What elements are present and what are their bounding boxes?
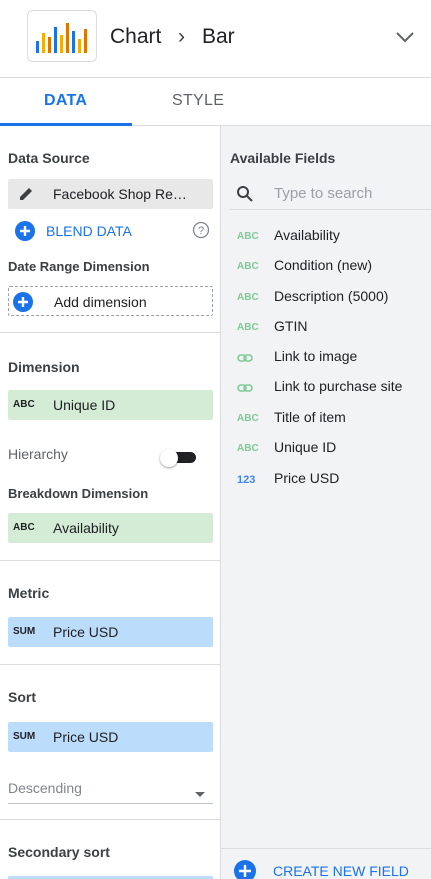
breakdown-dimension-title: Breakdown Dimension xyxy=(8,486,149,501)
dropdown-arrow-icon xyxy=(194,785,206,803)
dimension-chip[interactable]: ABC Unique ID xyxy=(8,390,213,420)
chart-editor-panel: Chart › Bar DATA STYLE Data Source Faceb… xyxy=(0,0,431,879)
text-type-icon: ABC xyxy=(13,522,35,533)
chart-type-label: Bar xyxy=(202,25,235,48)
data-source-chip[interactable]: Facebook Shop Re… xyxy=(8,179,213,209)
add-circle-icon xyxy=(14,220,36,247)
text-type-icon: ABC xyxy=(237,443,259,454)
toggle-knob xyxy=(160,449,178,467)
dimension-title: Dimension xyxy=(8,359,80,375)
sort-order-select[interactable]: Descending xyxy=(8,772,213,804)
text-type-icon: ABC xyxy=(13,399,35,410)
breakdown-dimension-value: Availability xyxy=(53,520,119,536)
blend-data-label: BLEND DATA xyxy=(46,223,132,239)
field-item[interactable]: ABC GTIN xyxy=(221,317,431,339)
dimension-value: Unique ID xyxy=(53,397,116,413)
field-label: GTIN xyxy=(274,318,308,334)
add-circle-icon xyxy=(233,859,257,879)
breadcrumb-separator: › xyxy=(178,25,185,48)
text-type-icon: ABC xyxy=(237,261,259,272)
data-source-title: Data Source xyxy=(8,150,90,166)
field-label: Price USD xyxy=(274,470,340,486)
tab-bar: DATA STYLE xyxy=(0,78,431,126)
field-label: Link to purchase site xyxy=(274,378,403,394)
field-label: Description (5000) xyxy=(274,288,389,304)
blend-data-button[interactable]: BLEND DATA ? xyxy=(14,220,214,242)
text-type-icon: ABC xyxy=(237,322,259,333)
bar-chart-logo-icon xyxy=(27,10,97,62)
field-item[interactable]: 123 Price USD xyxy=(221,469,431,491)
metric-title: Metric xyxy=(8,585,50,601)
metric-chip[interactable]: SUM Price USD xyxy=(8,617,213,647)
field-item[interactable]: ABC Description (5000) xyxy=(221,287,431,309)
date-range-title: Date Range Dimension xyxy=(8,259,150,274)
field-item[interactable]: Link to purchase site xyxy=(221,377,431,399)
add-dimension-label: Add dimension xyxy=(54,294,147,310)
section-divider xyxy=(0,560,220,561)
field-label: Title of item xyxy=(274,409,346,425)
section-divider xyxy=(0,664,220,665)
field-search[interactable]: Type to search xyxy=(230,180,431,210)
chevron-down-icon[interactable] xyxy=(394,26,416,53)
panel-header: Chart › Bar xyxy=(0,0,431,78)
add-circle-icon xyxy=(12,291,34,316)
sort-order-value: Descending xyxy=(8,780,82,796)
sort-chip[interactable]: SUM Price USD xyxy=(8,722,213,752)
svg-text:?: ? xyxy=(198,225,204,237)
text-type-icon: ABC xyxy=(237,413,259,424)
field-item[interactable]: ABC Title of item xyxy=(221,408,431,430)
field-item[interactable]: Link to image xyxy=(221,347,431,369)
tab-data[interactable]: DATA xyxy=(44,92,87,110)
text-type-icon: ABC xyxy=(237,292,259,303)
create-new-field-button[interactable]: CREATE NEW FIELD xyxy=(221,848,431,879)
aggregation-sum-icon: SUM xyxy=(13,731,36,742)
sort-value: Price USD xyxy=(53,729,119,745)
available-fields-panel: Available Fields Type to search ABC Avai… xyxy=(220,126,431,879)
create-new-field-label: CREATE NEW FIELD xyxy=(273,863,409,879)
search-placeholder: Type to search xyxy=(274,185,373,202)
metric-value: Price USD xyxy=(53,624,119,640)
pencil-icon[interactable] xyxy=(18,186,34,205)
data-source-name: Facebook Shop Re… xyxy=(53,186,187,202)
hierarchy-label: Hierarchy xyxy=(8,446,68,462)
tab-style[interactable]: STYLE xyxy=(172,92,224,110)
section-divider xyxy=(0,332,220,333)
aggregation-sum-icon: SUM xyxy=(13,626,36,637)
section-divider xyxy=(0,819,220,820)
chart-title: Chart xyxy=(110,25,162,48)
sort-title: Sort xyxy=(8,689,36,705)
help-icon[interactable]: ? xyxy=(192,221,210,244)
field-label: Unique ID xyxy=(274,439,337,455)
text-type-icon: ABC xyxy=(237,231,259,242)
link-icon xyxy=(237,351,253,370)
hierarchy-toggle[interactable] xyxy=(160,449,196,467)
add-dimension-button[interactable]: Add dimension xyxy=(8,286,213,316)
available-fields-title: Available Fields xyxy=(230,150,336,166)
field-label: Link to image xyxy=(274,348,358,364)
field-item[interactable]: ABC Condition (new) xyxy=(221,256,431,278)
secondary-sort-title: Secondary sort xyxy=(8,844,110,860)
field-item[interactable]: ABC Unique ID xyxy=(221,438,431,460)
link-icon xyxy=(237,381,253,400)
search-icon xyxy=(236,185,254,208)
number-type-icon: 123 xyxy=(237,474,256,486)
field-item[interactable]: ABC Availability xyxy=(221,226,431,248)
breakdown-dimension-chip[interactable]: ABC Availability xyxy=(8,513,213,543)
data-config-panel: Data Source Facebook Shop Re… BLEND DATA… xyxy=(0,126,220,879)
field-label: Availability xyxy=(274,227,340,243)
field-label: Condition (new) xyxy=(274,257,373,273)
